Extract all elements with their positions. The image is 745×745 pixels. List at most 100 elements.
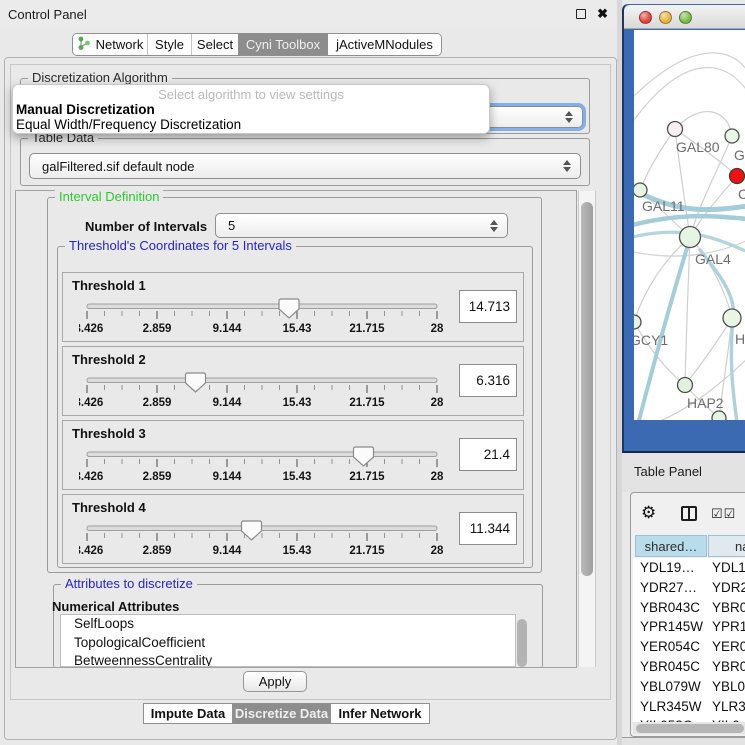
combo-stepper-icon	[490, 220, 498, 232]
svg-text:2.859: 2.859	[143, 397, 172, 409]
interval-definition-title: Interval Definition	[55, 189, 163, 204]
svg-text:15.43: 15.43	[283, 323, 312, 335]
threshold-panel-3: Threshold 321.4-3.4262.8599.14415.4321.7…	[62, 420, 524, 490]
gear-icon[interactable]: ⚙	[641, 503, 656, 523]
network-canvas[interactable]: GAL80G.CGAL11GAL4GCY1HHAP2	[634, 30, 745, 420]
threshold-slider[interactable]: -3.4262.8599.14415.4321.71528	[79, 517, 451, 563]
table-panel-title: Table Panel	[634, 464, 702, 479]
table-header-shared[interactable]: shared…	[635, 535, 707, 557]
threshold-value-field[interactable]: 11.344	[459, 512, 517, 545]
vertical-scrollbar-thumb[interactable]	[581, 202, 593, 576]
panel-title: Control Panel	[8, 7, 87, 22]
close-icon[interactable]: ✖	[597, 6, 608, 22]
attribute-item[interactable]: SelfLoops	[61, 615, 515, 634]
svg-text:C: C	[738, 186, 745, 202]
algorithm-option-1[interactable]: Equal Width/Frequency Discretization	[16, 117, 241, 132]
mac-close-button[interactable]	[639, 11, 652, 24]
table-row[interactable]: YBL079W YBL0	[633, 677, 745, 697]
tab-select[interactable]: Select	[191, 34, 238, 55]
attribute-item[interactable]: BetweennessCentrality	[61, 652, 515, 667]
threshold-value-field[interactable]: 21.4	[459, 438, 517, 471]
svg-text:28: 28	[431, 397, 444, 409]
cell-name: YBR0	[712, 600, 745, 615]
threshold-value-field[interactable]: 14.713	[459, 290, 517, 323]
table-data-group: Table Data galFiltered.sif default node	[20, 138, 590, 186]
svg-text:21.715: 21.715	[349, 545, 385, 557]
cell-shared-name: YDL19…	[640, 560, 695, 575]
threshold-panel-1: Threshold 114.713-3.4262.8599.14415.4321…	[62, 272, 524, 342]
threshold-value-field[interactable]: 6.316	[459, 364, 517, 397]
number-of-intervals-label: Number of Intervals	[85, 219, 207, 234]
numerical-attributes-list[interactable]: SelfLoopsTopologicalCoefficientBetweenne…	[60, 614, 516, 667]
threshold-slider[interactable]: -3.4262.8599.14415.4321.71528	[79, 443, 451, 489]
table-row[interactable]: YDL19…YDL1	[633, 558, 745, 578]
attributes-group-title: Attributes to discretize	[61, 576, 197, 591]
threshold-panel-4: Threshold 4 11.344-3.4262.8599.14415.4321…	[62, 494, 524, 564]
table-data-combobox[interactable]: galFiltered.sif default node	[29, 153, 581, 179]
svg-text:GAL4: GAL4	[695, 251, 731, 267]
table-row[interactable]: YLR345WYLR3	[633, 697, 745, 717]
svg-text:2.859: 2.859	[143, 323, 172, 335]
threshold-label: Threshold 4	[72, 500, 146, 515]
float-window-icon[interactable]	[576, 9, 586, 19]
svg-text:9.144: 9.144	[213, 323, 242, 335]
number-of-intervals-combobox[interactable]: 5	[215, 213, 508, 238]
tab-cyni-toolbox[interactable]: Cyni Toolbox	[238, 34, 328, 55]
svg-text:GAL80: GAL80	[676, 139, 720, 155]
threshold-label: Threshold 2	[72, 352, 146, 367]
mac-minimize-button[interactable]	[659, 11, 672, 24]
svg-text:-3.426: -3.426	[79, 323, 103, 335]
svg-text:9.144: 9.144	[213, 397, 242, 409]
algorithm-placeholder-item[interactable]: Select algorithm to view settings	[13, 87, 489, 102]
mac-zoom-button[interactable]	[679, 11, 692, 24]
tab-infer-network[interactable]: Infer Network	[330, 703, 430, 724]
cell-shared-name: YBR043C	[640, 600, 700, 615]
table-row[interactable]: YBR045CYBR0	[633, 657, 745, 677]
tab-style[interactable]: Style	[147, 34, 191, 55]
cell-shared-name: YER054C	[640, 639, 700, 654]
tab-label: Network	[96, 37, 144, 52]
network-icon	[77, 36, 96, 54]
tab-discretize-data[interactable]: Discretize Data	[233, 703, 330, 724]
node-table-body[interactable]: YDL19…YDL1YDR27…YDR2YBR043CYBR0YPR145WYP…	[633, 558, 745, 722]
apply-button[interactable]: Apply	[243, 671, 307, 692]
threshold-slider[interactable]: -3.4262.8599.14415.4321.71528	[79, 295, 451, 341]
table-row[interactable]: YPR145W YPR1	[633, 617, 745, 637]
table-row[interactable]: YBR043C YBR0	[633, 598, 745, 618]
svg-text:G.: G.	[734, 147, 745, 163]
algorithm-option-0[interactable]: Manual Discretization	[16, 102, 155, 117]
select-columns-checkbox-icons[interactable]: ☑☑	[711, 506, 736, 522]
network-graph: GAL80G.CGAL11GAL4GCY1HHAP2	[634, 30, 745, 420]
tab-label: jActiveMNodules	[336, 37, 433, 52]
combo-stepper-icon	[563, 160, 571, 172]
top-tab-bar: Network Style SelectCyni Toolbox jActiveMNo…	[72, 33, 442, 56]
svg-text:2.859: 2.859	[143, 471, 172, 483]
table-panel-bar: Table Panel	[622, 453, 745, 492]
table-row[interactable]: YDR27…YDR2	[633, 578, 745, 598]
threshold-label: Threshold 3	[72, 426, 146, 441]
svg-text:28: 28	[431, 323, 444, 335]
cell-shared-name: YPR145W	[640, 619, 703, 634]
svg-text:9.144: 9.144	[213, 471, 242, 483]
threshold-slider[interactable]: -3.4262.8599.14415.4321.71528	[79, 369, 451, 415]
svg-text:21.715: 21.715	[349, 397, 385, 409]
tab-network[interactable]: Network	[73, 34, 147, 55]
numerical-attributes-label: Numerical Attributes	[52, 599, 179, 614]
attributes-scrollbar-thumb[interactable]	[517, 619, 527, 667]
table-data-combo-value: galFiltered.sif default node	[42, 159, 194, 174]
split-columns-icon[interactable]	[681, 506, 697, 521]
discretization-algorithm-title: Discretization Algorithm	[28, 70, 172, 85]
svg-text:-3.426: -3.426	[79, 545, 103, 557]
cell-name: YPR1	[712, 619, 745, 634]
cell-name: YBL0	[712, 679, 745, 694]
horizontal-scrollbar-thumb[interactable]	[636, 724, 744, 733]
table-header-name[interactable]: na	[708, 535, 745, 557]
cell-shared-name: YBR045C	[640, 659, 700, 674]
cell-shared-name: YBL079W	[640, 679, 701, 694]
tab-jactivemnodules[interactable]: jActiveMNodules	[328, 34, 441, 55]
table-row[interactable]: YER054CYER0	[633, 637, 745, 657]
tab-impute-data[interactable]: Impute Data	[143, 703, 233, 724]
attribute-item[interactable]: TopologicalCoefficient	[61, 634, 515, 653]
tab-label: Style	[155, 37, 184, 52]
combo-stepper-icon	[565, 111, 573, 123]
